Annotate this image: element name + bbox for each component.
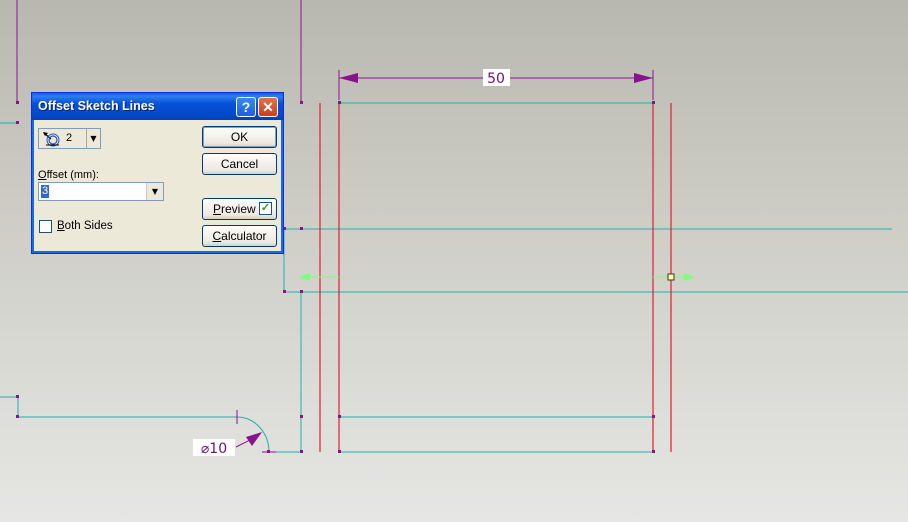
preview-label: review	[221, 202, 256, 216]
sketch-arc[interactable]	[236, 416, 270, 453]
preview-checkbox[interactable]: ✓	[259, 202, 272, 215]
dialog-titlebar[interactable]: Offset Sketch Lines ? ✕	[32, 93, 283, 120]
both-sides-mnemonic: B	[57, 220, 65, 232]
calculator-label: alculator	[221, 229, 267, 243]
offset-count-combo[interactable]: 2 ▼	[38, 128, 101, 149]
close-button[interactable]: ✕	[258, 97, 278, 117]
offset-label: Offset (mm):	[38, 169, 99, 181]
sketch-geometry: 50 ⌀10	[0, 0, 908, 457]
offset-distance-combo[interactable]: 3 ▼	[38, 182, 164, 201]
offset-sketch-lines-dialog: Offset Sketch Lines ? ✕ 2 ▼ Offset (mm):…	[31, 92, 284, 254]
help-button[interactable]: ?	[236, 97, 256, 117]
diameter-dimension-label[interactable]: ⌀10	[201, 441, 227, 457]
both-sides-text: oth Sides	[64, 220, 113, 232]
both-sides-checkbox[interactable]	[39, 220, 52, 233]
both-sides-label[interactable]: Both Sides	[57, 220, 113, 232]
offset-direction-left	[299, 273, 339, 281]
offset-count-value: 2	[66, 132, 73, 144]
offset-label-mnemonic: O	[38, 169, 47, 181]
chevron-down-icon[interactable]: ▼	[146, 183, 163, 200]
sketch-canvas[interactable]: 50 ⌀10	[0, 0, 908, 522]
pick-point-marker[interactable]	[667, 273, 675, 281]
ok-button[interactable]: OK	[202, 126, 277, 148]
chevron-down-icon[interactable]: ▼	[86, 129, 100, 148]
calculator-mnemonic: C	[212, 229, 222, 243]
width-dimension-label[interactable]: 50	[487, 71, 505, 87]
leader-arrow	[246, 432, 262, 446]
offset-distance-value[interactable]: 3	[41, 185, 50, 198]
offset-lines-icon	[43, 132, 60, 147]
cancel-button[interactable]: Cancel	[202, 153, 277, 175]
offset-label-text: ffset (mm):	[46, 169, 99, 181]
preview-button[interactable]: Preview ✓	[202, 198, 277, 220]
dimension-arrow	[339, 73, 358, 83]
preview-mnemonic: P	[213, 202, 222, 216]
dialog-title: Offset Sketch Lines	[38, 99, 155, 113]
dimension-arrow	[634, 73, 653, 83]
calculator-button[interactable]: Calculator	[202, 225, 277, 247]
